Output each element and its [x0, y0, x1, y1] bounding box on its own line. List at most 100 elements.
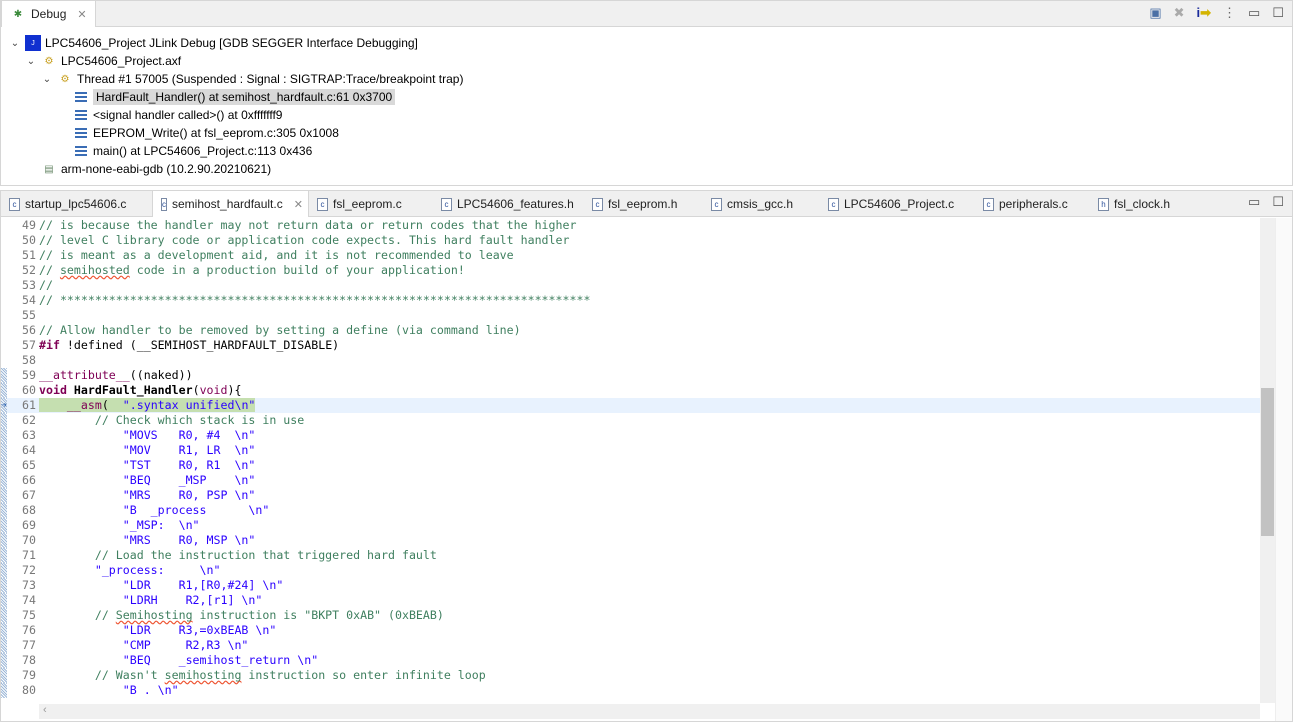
- tab-label: LPC54606_Project.c: [844, 197, 955, 211]
- gutter-marker: [1, 608, 7, 623]
- remove-terminated-icon[interactable]: ✖: [1174, 5, 1185, 21]
- code-line: 60 void HardFault_Handler(void){: [1, 383, 1260, 398]
- chevron-down-icon[interactable]: ⌄: [25, 56, 37, 67]
- code-line: 59 __attribute__((naked)): [1, 368, 1260, 383]
- code-token: (: [101, 398, 123, 412]
- code-token: // Load the instruction that triggered h…: [39, 548, 437, 562]
- tree-item[interactable]: main() at LPC54606_Project.c:113 0x436: [57, 142, 312, 160]
- code-line: 75 // Semihosting instruction is "BKPT 0…: [1, 608, 1260, 623]
- tree-item[interactable]: <signal handler called>() at 0xfffffff9: [57, 106, 282, 124]
- code-token: //: [39, 608, 116, 622]
- stack-frame-icon: [73, 107, 89, 123]
- tree-item[interactable]: ▤ arm-none-eabi-gdb (10.2.90.20210621): [25, 160, 271, 178]
- tab-label: LPC54606_features.h: [457, 197, 574, 211]
- tree-item[interactable]: ⌄ J LPC54606_Project JLink Debug [GDB SEGG…: [9, 34, 418, 52]
- code-token: // level C library code or application c…: [39, 233, 570, 247]
- close-icon[interactable]: ✕: [77, 8, 86, 21]
- c-file-icon: c: [317, 197, 328, 211]
- tree-item[interactable]: HardFault_Handler() at semihost_hardfaul…: [57, 88, 396, 106]
- line-number: 49: [22, 218, 36, 232]
- editor-tab[interactable]: c cmsis_gcc.h: [703, 191, 820, 217]
- code-token: "MRS R0, MSP \n": [39, 533, 256, 547]
- gutter-marker: [1, 563, 7, 578]
- gutter-marker: [1, 383, 7, 398]
- line-number: 54: [22, 293, 36, 307]
- editor-tab[interactable]: c semihost_hardfault.c ✕: [152, 191, 309, 217]
- code-line: 70 "MRS R0, MSP \n": [1, 533, 1260, 548]
- gutter-marker: [1, 623, 7, 638]
- code-token: "LDR R1,[R0,#24] \n": [39, 578, 284, 592]
- scroll-left-icon[interactable]: ‹: [43, 704, 47, 716]
- code-line: 55: [1, 308, 1260, 323]
- editor-tab[interactable]: c fsl_eeprom.h: [584, 191, 703, 217]
- c-file-icon: c: [161, 197, 167, 211]
- stack-frame-icon: [73, 125, 89, 141]
- code-line: 71 // Load the instruction that triggere…: [1, 548, 1260, 563]
- header-file-icon: h: [1098, 197, 1109, 211]
- code-token: "B . \n": [39, 683, 179, 697]
- tree-item-label: Thread #1 57005 (Suspended : Signal : SI…: [77, 72, 464, 86]
- code-token: ((naked)): [129, 368, 193, 382]
- code-token: !defined (__SEMIHOST_HARDFAULT_DISABLE): [59, 338, 340, 352]
- debug-view: ✱ Debug ✕ ▣ ✖ i➡ ⋮ ▭ ☐ ⌄ J LPC54606_Projec…: [0, 0, 1293, 186]
- editor-tab[interactable]: c LPC54606_Project.c: [820, 191, 975, 217]
- line-number: 58: [22, 353, 36, 367]
- code-token: Semihosting: [115, 608, 193, 622]
- scrollbar-thumb[interactable]: [1261, 387, 1274, 536]
- gutter-marker: [1, 518, 7, 533]
- code-token: instruction is "BKPT 0xAB" (0xBEAB): [192, 608, 444, 622]
- gutter-marker: [1, 473, 7, 488]
- tab-label: Debug: [31, 7, 67, 21]
- tab-label: cmsis_gcc.h: [727, 197, 794, 211]
- code-token: __asm: [66, 398, 102, 412]
- editor-tab[interactable]: c peripherals.c: [975, 191, 1090, 217]
- editor-tab[interactable]: c fsl_eeprom.c: [309, 191, 433, 217]
- tab-label: fsl_eeprom.c: [333, 197, 402, 211]
- horizontal-scrollbar[interactable]: ‹: [39, 704, 1260, 719]
- code-token: "LDRH R2,[r1] \n": [39, 593, 263, 607]
- tree-item[interactable]: ⌄ ⚙ LPC54606_Project.axf: [25, 52, 181, 70]
- minimize-icon[interactable]: ▭: [1248, 5, 1260, 21]
- code-line: 69 "_MSP: \n": [1, 518, 1260, 533]
- vertical-scrollbar[interactable]: [1260, 218, 1275, 703]
- line-number: 51: [22, 248, 36, 262]
- view-menu-icon[interactable]: ⋮: [1223, 5, 1236, 21]
- tree-item-label: <signal handler called>() at 0xfffffff9: [93, 108, 283, 122]
- tree-item[interactable]: EEPROM_Write() at fsl_eeprom.c:305 0x100…: [57, 124, 339, 142]
- code-editor[interactable]: 49// is because the handler may not retu…: [1, 218, 1260, 703]
- code-line: 58: [1, 353, 1260, 368]
- code-token: semihosted: [59, 263, 130, 277]
- tree-item[interactable]: ⌄ ⚙ Thread #1 57005 (Suspended : Signal : …: [41, 70, 464, 88]
- tab-debug[interactable]: ✱ Debug ✕: [1, 1, 96, 27]
- code-token: "BEQ _MSP \n": [39, 473, 256, 487]
- code-token: "TST R0, R1 \n": [39, 458, 256, 472]
- code-token: __attribute__: [39, 368, 130, 382]
- chevron-down-icon[interactable]: ⌄: [41, 74, 53, 85]
- code-token: "MOVS R0, #4 \n": [39, 428, 256, 442]
- chevron-down-icon[interactable]: ⌄: [9, 38, 21, 49]
- editor-tab[interactable]: c startup_lpc54606.c: [1, 191, 152, 217]
- code-token: [39, 398, 67, 412]
- editor-area: c startup_lpc54606.c c semihost_hardfault.c…: [0, 190, 1293, 722]
- code-token: void: [39, 383, 67, 397]
- c-file-icon: c: [441, 197, 452, 211]
- maximize-icon[interactable]: ☐: [1272, 194, 1284, 210]
- maximize-icon[interactable]: ☐: [1272, 5, 1284, 21]
- code-token: ".syntax unified\n": [122, 398, 256, 412]
- code-line: 62 // Check which stack is in use: [1, 413, 1260, 428]
- close-icon[interactable]: ✕: [294, 198, 303, 211]
- editor-tab[interactable]: h fsl_clock.h: [1090, 191, 1200, 217]
- gutter-marker: [1, 428, 7, 443]
- code-token: "_MSP: \n": [39, 518, 200, 532]
- instruction-stepping-icon[interactable]: i➡: [1197, 5, 1212, 21]
- code-token: HardFault_Handler: [73, 383, 193, 397]
- gutter-marker: [1, 548, 7, 563]
- code-line: 64 "MOV R1, LR \n": [1, 443, 1260, 458]
- editor-tab[interactable]: c LPC54606_features.h: [433, 191, 584, 217]
- collapse-all-icon[interactable]: ▣: [1149, 5, 1161, 21]
- gutter-marker: [1, 668, 7, 683]
- minimize-icon[interactable]: ▭: [1248, 194, 1260, 210]
- code-token: (: [192, 383, 200, 397]
- tab-label: fsl_eeprom.h: [608, 197, 678, 211]
- tab-label: peripherals.c: [999, 197, 1068, 211]
